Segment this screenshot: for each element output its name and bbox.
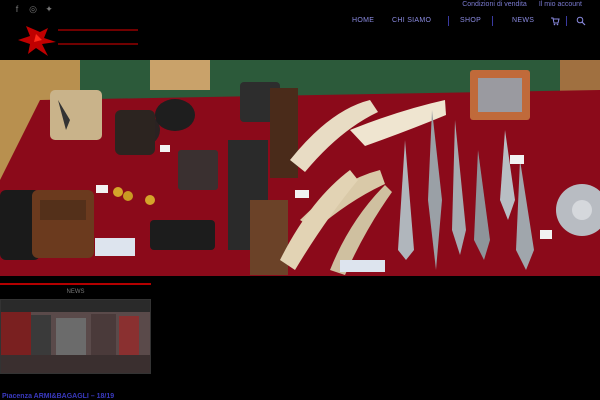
facebook-icon[interactable]: f xyxy=(12,4,22,14)
news-card[interactable]: NEWS Piacenza ARMI&BAGAGLI – 18/19 xyxy=(0,283,151,400)
news-card-title[interactable]: Piacenza ARMI&BAGAGLI – 18/19 xyxy=(0,393,153,400)
hero-banner-image xyxy=(0,60,600,276)
instagram-icon[interactable]: ◎ xyxy=(28,4,38,14)
nav-divider xyxy=(566,16,567,26)
nav-chi-siamo[interactable]: CHI SIAMO xyxy=(392,17,431,24)
dragon-logo-icon xyxy=(18,26,56,56)
nav-shop[interactable]: SHOP xyxy=(460,17,481,24)
main-nav: HOME CHI SIAMO SHOP NEWS xyxy=(350,14,590,30)
nav-divider xyxy=(492,16,493,26)
cart-icon[interactable] xyxy=(550,16,560,26)
twitter-icon[interactable]: ✦ xyxy=(44,4,54,14)
nav-home[interactable]: HOME xyxy=(352,17,374,24)
site-logo[interactable] xyxy=(14,20,144,60)
terms-link[interactable]: Condizioni di vendita xyxy=(462,1,527,8)
search-icon[interactable] xyxy=(576,16,586,26)
nav-divider xyxy=(448,16,449,26)
account-link[interactable]: Il mio account xyxy=(539,1,582,8)
news-card-label: NEWS xyxy=(66,289,85,295)
utility-links: Condizioni di vendita Il mio account xyxy=(462,1,582,8)
merchandise-photo xyxy=(0,60,600,276)
social-links: f ◎ ✦ xyxy=(12,4,54,14)
header: f ◎ ✦ Condizioni di vendita Il mio accou… xyxy=(0,0,600,60)
news-card-photo[interactable] xyxy=(0,299,151,374)
news-card-accent-bar xyxy=(0,283,151,285)
nav-news[interactable]: NEWS xyxy=(512,17,534,24)
market-stand-photo xyxy=(1,300,150,373)
